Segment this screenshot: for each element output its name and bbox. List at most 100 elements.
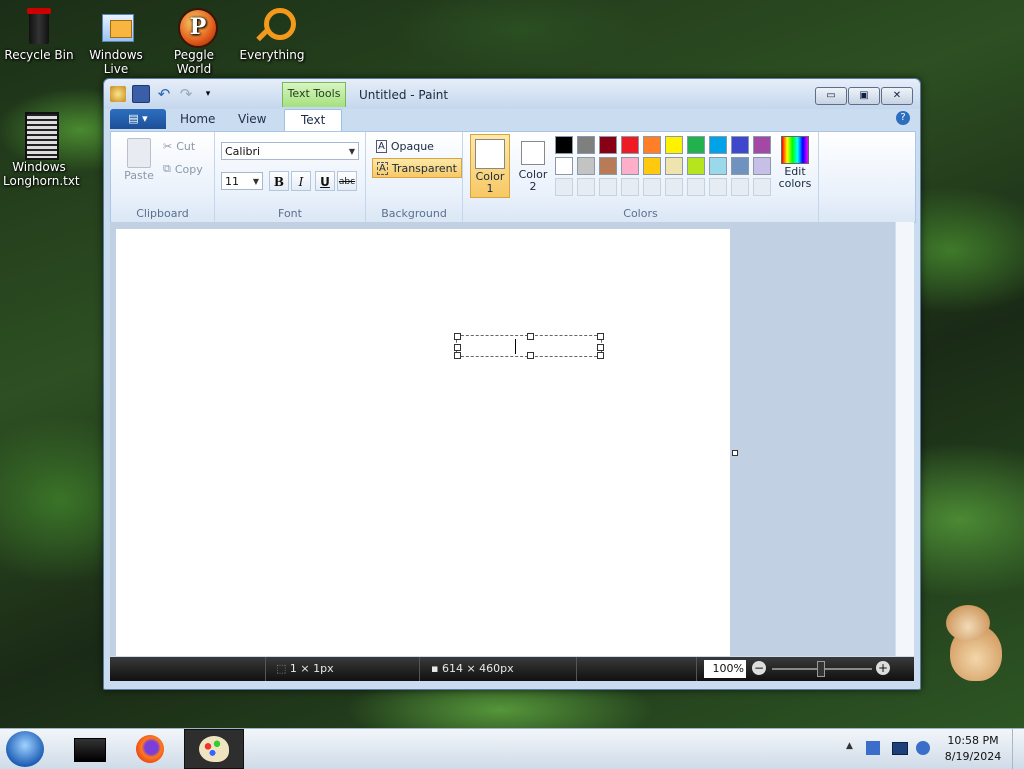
custom-color-slot[interactable] — [555, 178, 573, 196]
custom-color-slot[interactable] — [643, 178, 661, 196]
tab-home[interactable]: Home — [180, 112, 215, 126]
desktop-icon-peggle-world[interactable]: P Peggle World — [158, 6, 230, 76]
background-group: A Opaque A Transparent Background — [366, 132, 463, 222]
clock-time: 10:58 PM — [947, 734, 999, 747]
color-swatch[interactable] — [709, 136, 727, 154]
drawing-canvas[interactable] — [116, 229, 730, 656]
color1-button[interactable]: Color 1 — [470, 134, 510, 198]
tray-icon-security[interactable] — [866, 741, 880, 755]
underline-button[interactable]: U — [315, 171, 335, 191]
customize-toolbar-icon[interactable]: ▾ — [200, 86, 216, 102]
paint-app-icon[interactable] — [110, 86, 126, 102]
color-swatch[interactable] — [687, 157, 705, 175]
color-swatch[interactable] — [709, 157, 727, 175]
title-bar[interactable]: ↶ ↷ ▾ Text Tools Untitled - Paint ▭ ▣ ✕ — [104, 79, 920, 109]
tray-icon-network[interactable] — [892, 742, 908, 755]
close-button[interactable]: ✕ — [881, 87, 913, 105]
bold-button[interactable]: B — [269, 171, 289, 191]
hamster-gadget[interactable] — [944, 605, 1004, 681]
redo-icon[interactable]: ↷ — [178, 86, 194, 102]
canvas-resize-handle[interactable] — [732, 450, 738, 456]
clipboard-icon — [127, 138, 151, 168]
taskbar-icon-paint[interactable] — [184, 729, 244, 769]
color-swatch[interactable] — [555, 157, 573, 175]
color-swatch[interactable] — [665, 157, 683, 175]
color-swatch[interactable] — [665, 136, 683, 154]
tray-icon-volume[interactable] — [916, 741, 930, 755]
transparent-button[interactable]: A Transparent — [372, 158, 462, 178]
resize-handle[interactable] — [527, 352, 534, 359]
tab-view[interactable]: View — [238, 112, 266, 126]
ribbon: Paste ✂ Cut ⧉ Copy Clipboard Calibri ▼ 11 ▼ … — [110, 131, 916, 223]
minimize-button[interactable]: ▭ — [815, 87, 847, 105]
vertical-scrollbar[interactable] — [895, 222, 914, 656]
resize-handle[interactable] — [597, 352, 604, 359]
custom-color-slot[interactable] — [599, 178, 617, 196]
canvas-area — [110, 222, 914, 656]
taskbar-icon-firefox[interactable] — [132, 733, 168, 765]
resize-handle[interactable] — [454, 344, 461, 351]
custom-color-slot[interactable] — [753, 178, 771, 196]
color-swatch[interactable] — [621, 157, 639, 175]
color-swatch[interactable] — [555, 136, 573, 154]
color-swatch[interactable] — [753, 157, 771, 175]
resize-handle[interactable] — [527, 333, 534, 340]
edit-colors-button[interactable]: Edit colors — [775, 136, 815, 198]
opaque-label: Opaque — [390, 139, 434, 153]
color-swatch[interactable] — [577, 157, 595, 175]
color-swatch[interactable] — [731, 136, 749, 154]
canvas-size-value: 614 × 460px — [441, 662, 514, 675]
color-swatch[interactable] — [753, 136, 771, 154]
tab-text[interactable]: Text — [284, 109, 343, 131]
maximize-button[interactable]: ▣ — [848, 87, 880, 105]
paste-label: Paste — [124, 169, 154, 182]
color1-number: 1 — [486, 182, 494, 195]
cut-button[interactable]: ✂ Cut — [163, 140, 195, 153]
custom-color-slot[interactable] — [731, 178, 749, 196]
show-hidden-icons[interactable]: ▲ — [846, 741, 853, 751]
text-box[interactable] — [454, 333, 604, 359]
opaque-icon: A — [376, 139, 387, 153]
color-swatch[interactable] — [731, 157, 749, 175]
custom-color-slot[interactable] — [577, 178, 595, 196]
strikethrough-button[interactable]: abc — [337, 171, 357, 191]
resize-handle[interactable] — [597, 333, 604, 340]
opaque-button[interactable]: A Opaque — [372, 136, 438, 156]
color-swatch[interactable] — [599, 157, 617, 175]
color-swatch[interactable] — [687, 136, 705, 154]
clock[interactable]: 10:58 PM 8/19/2024 — [938, 733, 1008, 765]
custom-color-slot[interactable] — [665, 178, 683, 196]
help-icon[interactable]: ? — [896, 111, 910, 125]
color-swatch[interactable] — [621, 136, 639, 154]
color-swatch[interactable] — [577, 136, 595, 154]
custom-color-slot[interactable] — [709, 178, 727, 196]
custom-color-slot[interactable] — [687, 178, 705, 196]
desktop-icon-longhorn-txt[interactable]: Windows Longhorn.txt — [3, 110, 80, 188]
zoom-out-icon[interactable]: − — [752, 661, 766, 675]
show-desktop-button[interactable] — [1012, 729, 1024, 769]
desktop-icon-everything[interactable]: Everything — [236, 6, 308, 62]
resize-handle[interactable] — [454, 352, 461, 359]
copy-button[interactable]: ⧉ Copy — [163, 162, 203, 176]
font-size-select[interactable]: 11 ▼ — [221, 172, 263, 190]
color-swatch[interactable] — [643, 136, 661, 154]
font-family-select[interactable]: Calibri ▼ — [221, 142, 359, 160]
paint-menu-button[interactable]: ▤ ▾ — [110, 109, 166, 129]
color-swatch[interactable] — [599, 136, 617, 154]
custom-color-slot[interactable] — [621, 178, 639, 196]
paste-button[interactable]: Paste — [119, 138, 159, 182]
taskbar-icon-terminal[interactable] — [72, 733, 108, 765]
color2-button[interactable]: Color 2 — [513, 134, 553, 198]
color-swatch[interactable] — [643, 157, 661, 175]
italic-button[interactable]: I — [291, 171, 311, 191]
desktop-icon-windows-live[interactable]: Windows Live — [80, 6, 152, 76]
desktop-icon-recycle-bin[interactable]: Recycle Bin — [3, 6, 75, 62]
resize-handle[interactable] — [597, 344, 604, 351]
resize-handle[interactable] — [454, 333, 461, 340]
zoom-in-icon[interactable]: + — [876, 661, 890, 675]
colors-group-label: Colors — [623, 207, 658, 220]
undo-icon[interactable]: ↶ — [156, 86, 172, 102]
start-button[interactable] — [6, 731, 44, 767]
zoom-slider-thumb[interactable] — [817, 661, 825, 677]
save-icon[interactable] — [132, 85, 150, 103]
